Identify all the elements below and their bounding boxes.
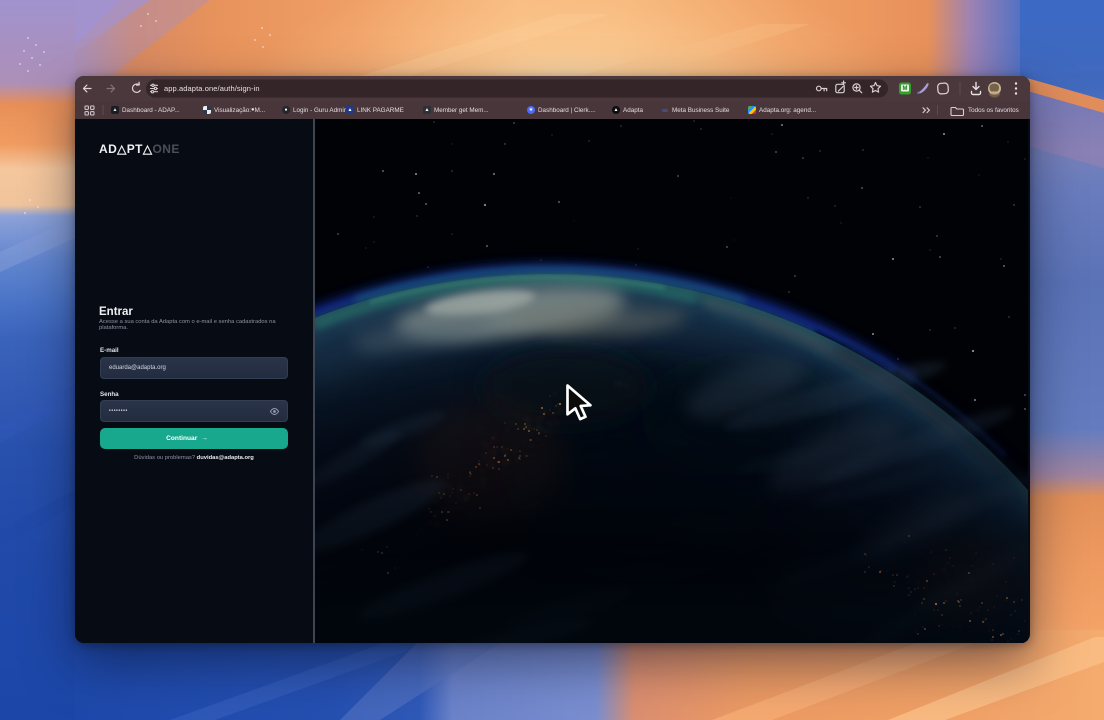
- svg-text:M: M: [903, 86, 908, 92]
